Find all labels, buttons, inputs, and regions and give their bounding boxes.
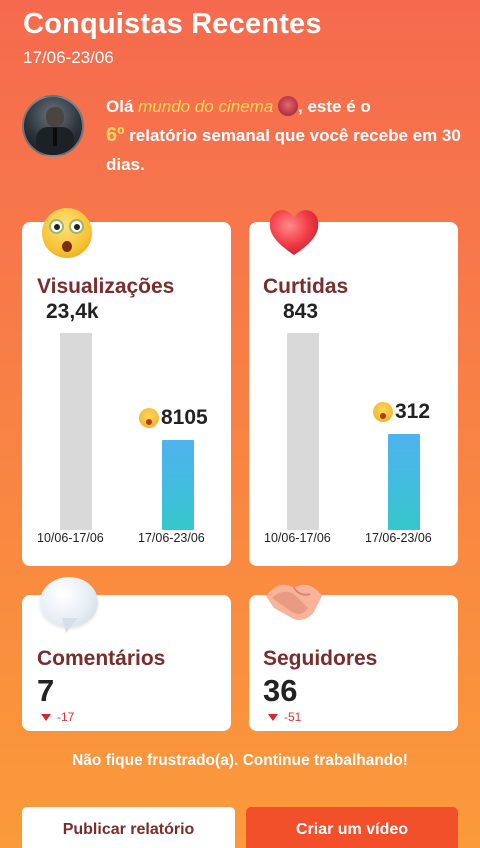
likes-prev-bar (287, 333, 319, 530)
likes-current-number: 312 (395, 400, 431, 423)
views-title: Visualizações (37, 275, 175, 298)
followers-value: 36 (263, 673, 298, 708)
comments-value: 7 (37, 673, 55, 708)
shocked-emoji-icon (139, 408, 159, 428)
motivation-text: Não fique frustrado(a). Continue trabalh… (72, 752, 408, 769)
likes-current-bar (388, 434, 420, 530)
speech-bubble-tail-icon (62, 618, 78, 633)
shocked-emoji-icon (373, 402, 393, 422)
likes-prev-value: 843 (283, 300, 319, 323)
comments-delta: -17 (41, 710, 74, 724)
devil-emoji-icon (278, 96, 299, 116)
page-title: Conquistas Recentes (23, 8, 322, 40)
create-video-button[interactable]: Criar um vídeo (246, 807, 458, 848)
avatar[interactable] (22, 95, 84, 157)
views-prev-bar (60, 333, 92, 530)
greeting-text: Olá mundo do cinema , este é o 6º relató… (106, 92, 466, 179)
views-current-value: 8105 (139, 406, 208, 430)
likes-current-label: 17/06-23/06 (365, 531, 432, 545)
views-prev-label: 10/06-17/06 (37, 531, 104, 545)
greeting-suffix: relatório semanal que você recebe em 30 … (106, 126, 461, 174)
likes-title: Curtidas (263, 275, 349, 298)
decrease-arrow-icon (268, 713, 278, 721)
views-current-bar (162, 440, 194, 530)
greeting-prefix: Olá (106, 97, 134, 116)
comments-title: Comentários (37, 647, 166, 670)
report-ordinal: 6º (106, 124, 125, 146)
greeting-middle: , este é o (298, 97, 371, 116)
handshake-icon (266, 584, 322, 620)
likes-card[interactable] (249, 222, 458, 566)
views-card[interactable] (22, 222, 231, 566)
heart-icon (269, 210, 319, 255)
views-current-number: 8105 (161, 406, 208, 429)
followers-title: Seguidores (263, 647, 378, 670)
views-prev-value: 23,4k (46, 300, 99, 323)
likes-current-value: 312 (373, 400, 430, 424)
decrease-arrow-icon (41, 713, 51, 721)
followers-delta-value: -51 (284, 710, 302, 724)
views-current-label: 17/06-23/06 (138, 531, 205, 545)
followers-delta: -51 (268, 710, 301, 724)
username: mundo do cinema (138, 97, 274, 116)
comments-delta-value: -17 (57, 710, 75, 724)
date-range: 17/06-23/06 (23, 48, 114, 67)
surprised-face-icon (42, 208, 92, 258)
likes-prev-label: 10/06-17/06 (264, 531, 331, 545)
publish-report-button[interactable]: Publicar relatório (22, 807, 235, 848)
